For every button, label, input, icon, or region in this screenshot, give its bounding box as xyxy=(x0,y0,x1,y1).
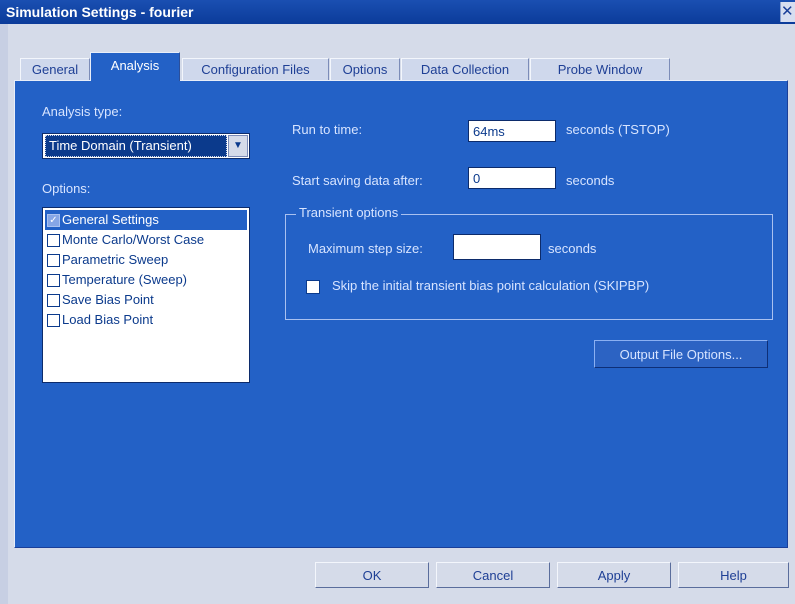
max-step-label: Maximum step size: xyxy=(308,241,423,256)
tab-analysis[interactable]: Analysis xyxy=(90,52,180,81)
start-saving-label: Start saving data after: xyxy=(292,173,423,188)
max-step-units: seconds xyxy=(548,241,597,256)
skip-bias-label: Skip the initial transient bias point ca… xyxy=(332,278,650,293)
run-to-time-input[interactable]: 64ms xyxy=(468,120,556,142)
transient-options-group xyxy=(285,214,773,320)
cancel-button[interactable]: Cancel xyxy=(436,562,550,588)
max-step-input[interactable] xyxy=(453,234,541,260)
list-item[interactable]: Temperature (Sweep) xyxy=(45,270,247,290)
options-list[interactable]: ✓ General Settings Monte Carlo/Worst Cas… xyxy=(42,207,250,383)
tab-data-collection[interactable]: Data Collection xyxy=(401,58,529,81)
run-to-time-units: seconds (TSTOP) xyxy=(566,122,670,137)
tab-options[interactable]: Options xyxy=(330,58,400,81)
options-label: Options: xyxy=(42,181,91,196)
start-saving-input[interactable]: 0 xyxy=(468,167,556,189)
ok-button[interactable]: OK xyxy=(315,562,429,588)
output-file-options-button[interactable]: Output File Options... xyxy=(594,340,768,368)
skip-bias-checkbox[interactable] xyxy=(306,280,320,294)
analysis-type-value[interactable]: Time Domain (Transient) xyxy=(45,135,227,157)
tab-general[interactable]: General xyxy=(20,58,90,81)
list-item[interactable]: ✓ General Settings xyxy=(45,210,247,230)
checkbox-icon[interactable]: ✓ xyxy=(47,214,60,227)
list-item[interactable]: Save Bias Point xyxy=(45,290,247,310)
checkbox-icon[interactable] xyxy=(47,274,60,287)
title-bar: Simulation Settings - fourier ✕ xyxy=(0,0,795,24)
window-title: Simulation Settings - fourier xyxy=(6,4,194,20)
checkbox-icon[interactable] xyxy=(47,254,60,267)
window-left-edge xyxy=(0,24,8,604)
analysis-type-label: Analysis type: xyxy=(42,104,123,119)
tab-probe-window[interactable]: Probe Window xyxy=(530,58,670,81)
chevron-down-icon[interactable]: ▼ xyxy=(228,135,248,157)
start-saving-units: seconds xyxy=(566,173,615,188)
list-item[interactable]: Parametric Sweep xyxy=(45,250,247,270)
checkbox-icon[interactable] xyxy=(47,314,60,327)
checkbox-icon[interactable] xyxy=(47,294,60,307)
checkbox-icon[interactable] xyxy=(47,234,60,247)
list-item[interactable]: Monte Carlo/Worst Case xyxy=(45,230,247,250)
close-icon[interactable]: ✕ xyxy=(780,2,795,22)
run-to-time-label: Run to time: xyxy=(292,122,363,137)
transient-options-title: Transient options xyxy=(296,205,402,220)
analysis-type-select[interactable]: Time Domain (Transient) ▼ xyxy=(42,133,250,159)
apply-button[interactable]: Apply xyxy=(557,562,671,588)
help-button[interactable]: Help xyxy=(678,562,789,588)
tab-configuration-files[interactable]: Configuration Files xyxy=(182,58,329,81)
list-item[interactable]: Load Bias Point xyxy=(45,310,247,330)
